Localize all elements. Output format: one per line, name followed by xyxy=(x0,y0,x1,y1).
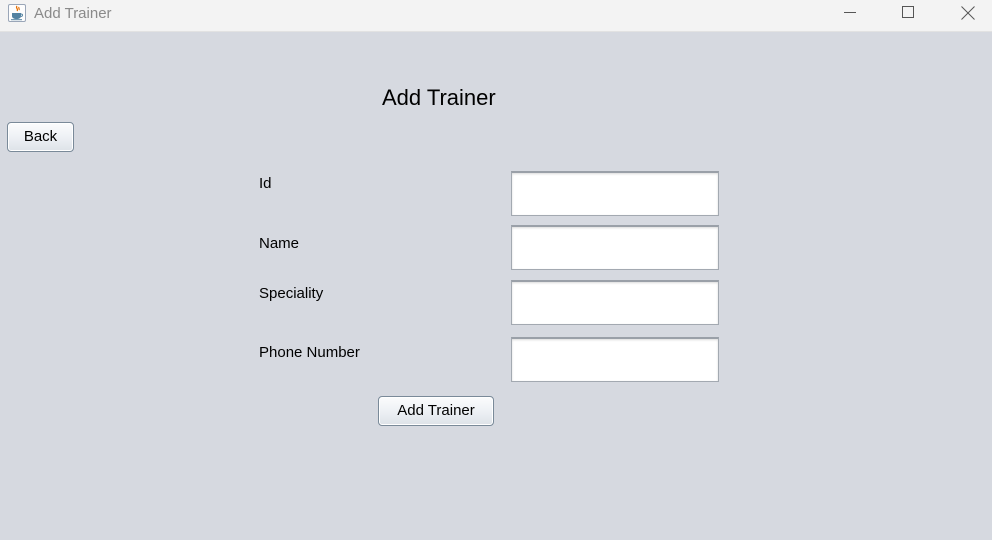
maximize-button[interactable] xyxy=(885,0,931,30)
java-cup-icon xyxy=(8,4,26,22)
close-button[interactable] xyxy=(944,0,990,30)
back-button[interactable]: Back xyxy=(7,122,74,152)
phone-number-field[interactable] xyxy=(511,337,719,382)
phone-number-label: Phone Number xyxy=(259,344,360,361)
page-title: Add Trainer xyxy=(382,85,496,110)
title-bar[interactable]: Add Trainer xyxy=(0,0,992,32)
name-field[interactable] xyxy=(511,225,719,270)
id-field[interactable] xyxy=(511,171,719,216)
id-label: Id xyxy=(259,175,272,192)
minimize-button[interactable] xyxy=(827,0,873,30)
window-title: Add Trainer xyxy=(34,5,112,22)
close-icon xyxy=(961,6,975,20)
speciality-field[interactable] xyxy=(511,280,719,325)
maximize-icon xyxy=(902,6,914,18)
add-trainer-button[interactable]: Add Trainer xyxy=(378,396,494,426)
speciality-label: Speciality xyxy=(259,285,324,302)
minimize-icon xyxy=(844,12,856,13)
name-label: Name xyxy=(259,235,300,252)
app-window: Add Trainer Add Trainer Back Id Name Spe… xyxy=(0,0,992,540)
